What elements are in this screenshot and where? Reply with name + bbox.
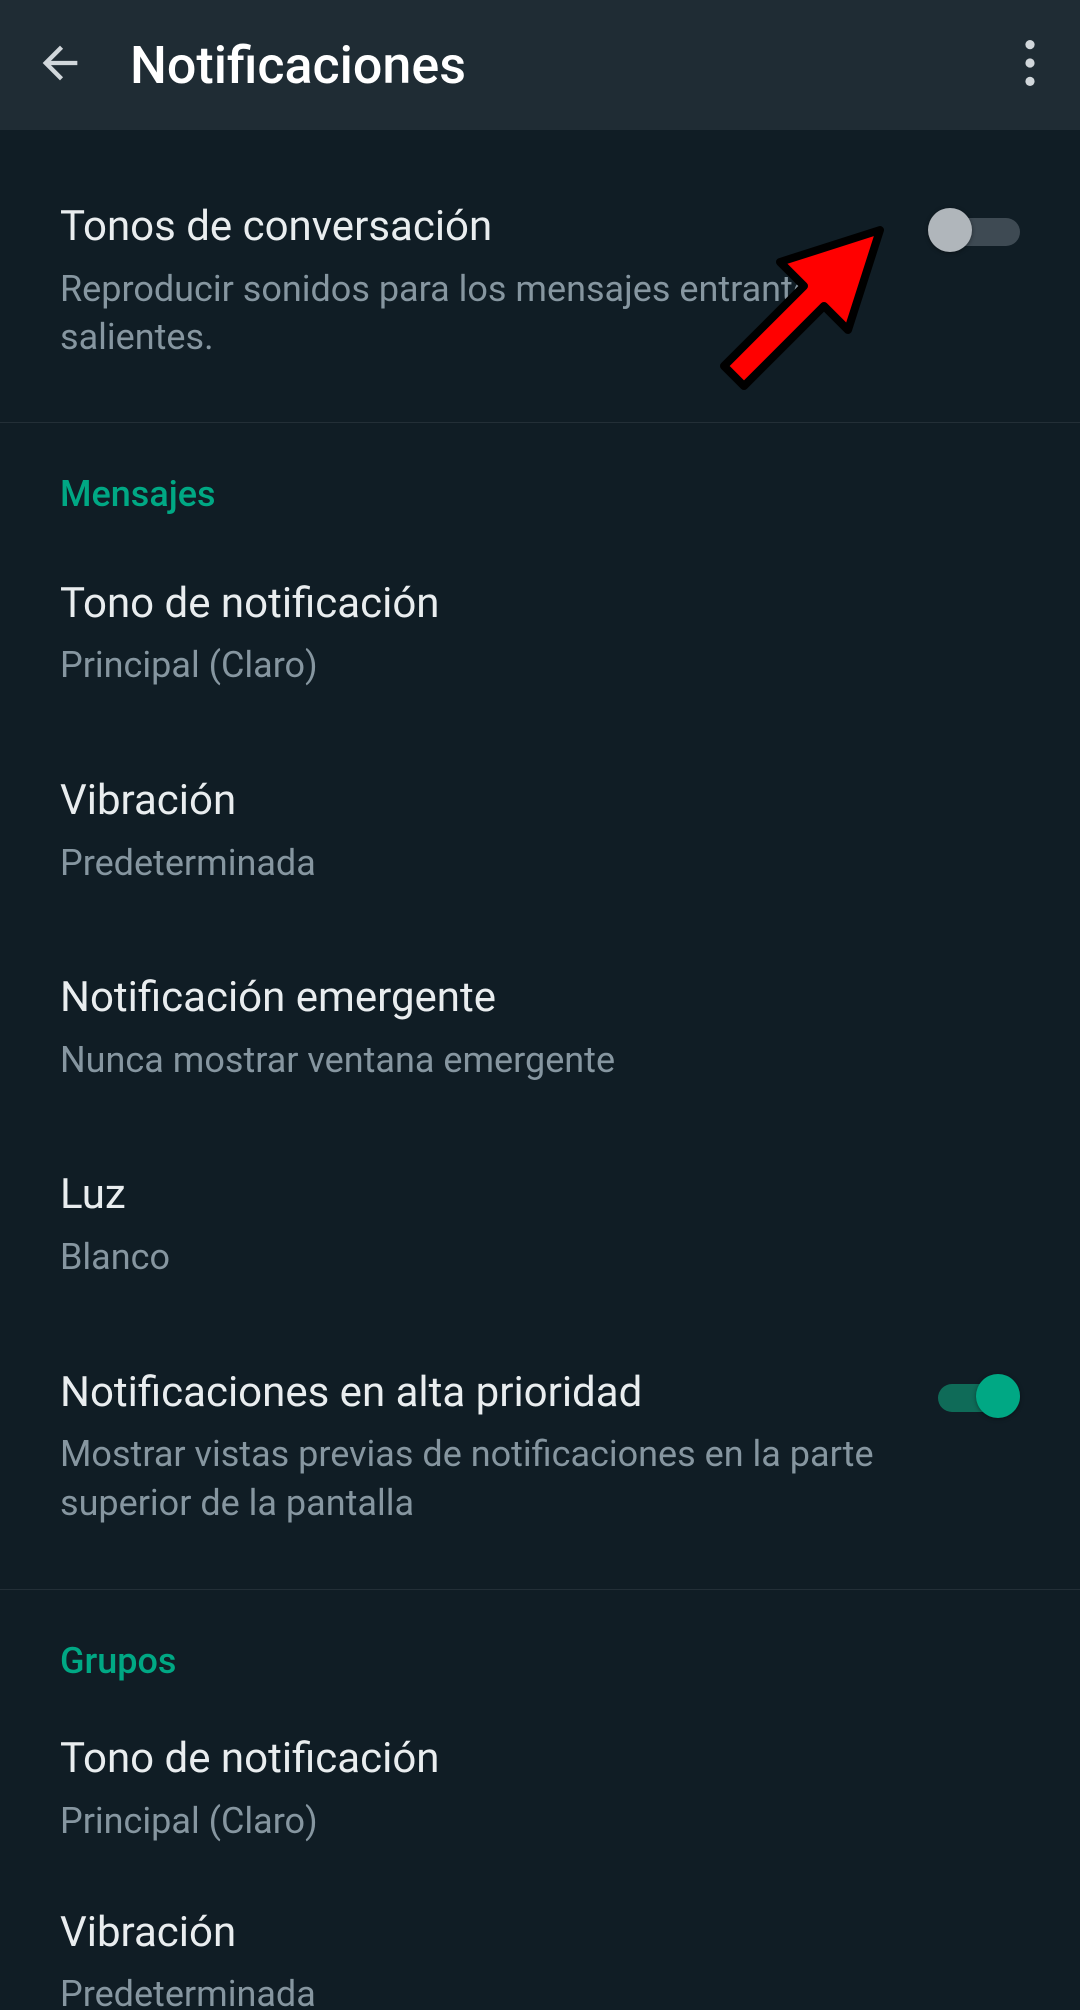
item-text: Notificaciones en alta prioridad Mostrar… bbox=[60, 1366, 928, 1528]
switch-thumb bbox=[976, 1374, 1020, 1418]
messages-high-priority-item[interactable]: Notificaciones en alta prioridad Mostrar… bbox=[0, 1324, 1080, 1570]
conversation-tones-item[interactable]: Tonos de conversación Reproducir sonidos… bbox=[0, 150, 1080, 422]
conversation-tones-switch[interactable] bbox=[928, 212, 1020, 250]
item-value: Predeterminada bbox=[60, 839, 980, 888]
arrow-icon bbox=[700, 375, 900, 394]
item-text: Luz Blanco bbox=[60, 1168, 1020, 1281]
item-value: Principal (Claro) bbox=[60, 1797, 980, 1846]
groups-tone-item[interactable]: Tono de notificación Principal (Claro) bbox=[0, 1702, 1080, 1875]
item-text: Vibración Predeterminada bbox=[60, 1906, 1020, 2010]
app-header: Notificaciones bbox=[0, 0, 1080, 130]
switch-thumb bbox=[928, 208, 972, 252]
messages-vibration-item[interactable]: Vibración Predeterminada bbox=[0, 732, 1080, 929]
item-subtitle: Reproducir sonidos para los mensajes ent… bbox=[60, 265, 888, 362]
item-text: Tono de notificación Principal (Claro) bbox=[60, 577, 1020, 690]
item-value: Predeterminada bbox=[60, 1970, 980, 2010]
more-vert-icon bbox=[1025, 40, 1035, 90]
item-title: Notificaciones en alta prioridad bbox=[60, 1366, 888, 1421]
page-title: Notificaciones bbox=[100, 35, 1000, 96]
settings-content: Tonos de conversación Reproducir sonidos… bbox=[0, 130, 1080, 2010]
messages-light-item[interactable]: Luz Blanco bbox=[0, 1126, 1080, 1323]
item-value: Principal (Claro) bbox=[60, 641, 980, 690]
high-priority-switch[interactable] bbox=[928, 1378, 1020, 1416]
item-title: Notificación emergente bbox=[60, 971, 980, 1026]
messages-popup-item[interactable]: Notificación emergente Nunca mostrar ven… bbox=[0, 929, 1080, 1126]
item-title: Vibración bbox=[60, 774, 980, 829]
item-text: Notificación emergente Nunca mostrar ven… bbox=[60, 971, 1020, 1084]
item-title: Tono de notificación bbox=[60, 1732, 980, 1787]
messages-tone-item[interactable]: Tono de notificación Principal (Claro) bbox=[0, 535, 1080, 732]
section-header-messages: Mensajes bbox=[0, 423, 1080, 535]
item-title: Vibración bbox=[60, 1906, 980, 1961]
item-text: Tono de notificación Principal (Claro) bbox=[60, 1732, 1020, 1845]
item-text: Tonos de conversación Reproducir sonidos… bbox=[60, 200, 928, 362]
back-arrow-icon bbox=[34, 37, 86, 93]
item-text: Vibración Predeterminada bbox=[60, 774, 1020, 887]
groups-vibration-item[interactable]: Vibración Predeterminada bbox=[0, 1876, 1080, 2010]
item-value: Nunca mostrar ventana emergente bbox=[60, 1036, 980, 1085]
back-button[interactable] bbox=[20, 37, 100, 93]
section-header-groups: Grupos bbox=[0, 1590, 1080, 1702]
item-title: Tono de notificación bbox=[60, 577, 980, 632]
item-title: Tonos de conversación bbox=[60, 200, 888, 255]
item-value: Blanco bbox=[60, 1233, 980, 1282]
item-title: Luz bbox=[60, 1168, 980, 1223]
item-subtitle: Mostrar vistas previas de notificaciones… bbox=[60, 1430, 888, 1527]
overflow-menu-button[interactable] bbox=[1000, 40, 1060, 90]
